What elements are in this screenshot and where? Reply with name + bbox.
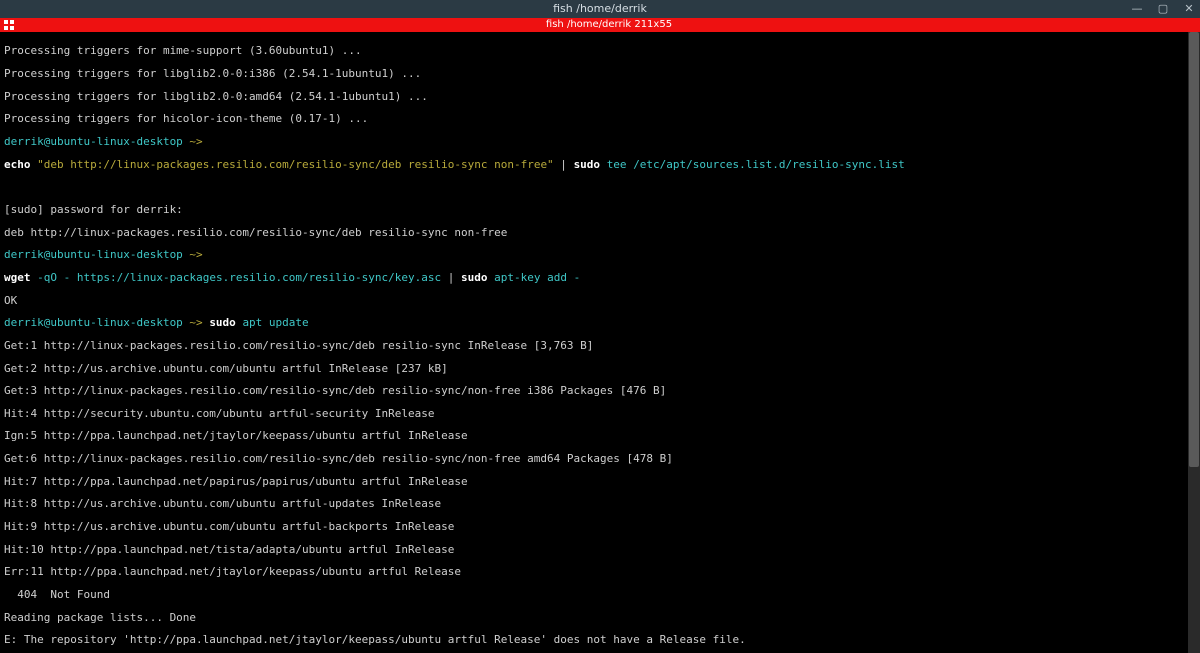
maximize-button[interactable]: ▢ xyxy=(1156,3,1170,14)
cmd-wget-url: https://linux-packages.resilio.com/resil… xyxy=(77,271,441,284)
cmd-echo-arg: "deb http://linux-packages.resilio.com/r… xyxy=(37,158,554,171)
cmd-echo: echo xyxy=(4,158,31,171)
cmd-sudo: sudo xyxy=(574,158,601,171)
cmd-sudo: sudo xyxy=(209,316,236,329)
output-line: Get:1 http://linux-packages.resilio.com/… xyxy=(4,340,1184,351)
window-buttons: — ▢ ✕ xyxy=(1130,0,1196,18)
prompt-line: derrik@ubuntu-linux-desktop ~> xyxy=(4,249,1184,260)
output-line: OK xyxy=(4,295,1184,306)
output-line: Ign:5 http://ppa.launchpad.net/jtaylor/k… xyxy=(4,430,1184,441)
output-line: Hit:7 http://ppa.launchpad.net/papirus/p… xyxy=(4,476,1184,487)
output-line: Get:6 http://linux-packages.resilio.com/… xyxy=(4,453,1184,464)
prompt-sep: ~> xyxy=(183,316,210,329)
output-line: Hit:9 http://us.archive.ubuntu.com/ubunt… xyxy=(4,521,1184,532)
cmd-pipe: | xyxy=(441,271,461,284)
cmd-tee: tee xyxy=(607,158,627,171)
terminal-output: Processing triggers for mime-support (3.… xyxy=(0,32,1188,653)
output-line: Hit:8 http://us.archive.ubuntu.com/ubunt… xyxy=(4,498,1184,509)
prompt-userhost: derrik@ubuntu-linux-desktop xyxy=(4,316,183,329)
output-line: Reading package lists... Done xyxy=(4,612,1184,623)
cmd-aptupdate: apt update xyxy=(242,316,308,329)
output-line: 404 Not Found xyxy=(4,589,1184,600)
panes-grid-icon[interactable] xyxy=(2,18,16,32)
command-line: wget -qO - https://linux-packages.resili… xyxy=(4,272,1184,283)
output-line: Get:3 http://linux-packages.resilio.com/… xyxy=(4,385,1184,396)
cmd-pipe: | xyxy=(554,158,574,171)
terminal[interactable]: Processing triggers for mime-support (3.… xyxy=(0,32,1200,653)
cmd-wget: wget xyxy=(4,271,31,284)
output-line: Get:2 http://us.archive.ubuntu.com/ubunt… xyxy=(4,363,1184,374)
scrollbar-thumb[interactable] xyxy=(1189,32,1199,467)
cmd-wget-flags: -qO - xyxy=(37,271,70,284)
output-line: Processing triggers for libglib2.0-0:i38… xyxy=(4,68,1184,79)
prompt-userhost: derrik@ubuntu-linux-desktop xyxy=(4,135,183,148)
output-line: Processing triggers for hicolor-icon-the… xyxy=(4,113,1184,124)
output-line: Processing triggers for mime-support (3.… xyxy=(4,45,1184,56)
prompt-userhost: derrik@ubuntu-linux-desktop xyxy=(4,248,183,261)
tab-bar: fish /home/derrik 211x55 xyxy=(0,18,1200,32)
close-button[interactable]: ✕ xyxy=(1182,3,1196,14)
prompt-sep: ~> xyxy=(183,135,210,148)
output-line: Hit:10 http://ppa.launchpad.net/tista/ad… xyxy=(4,544,1184,555)
window-titlebar: fish /home/derrik — ▢ ✕ xyxy=(0,0,1200,18)
cmd-aptkey: apt-key add - xyxy=(494,271,580,284)
tab-label[interactable]: fish /home/derrik 211x55 xyxy=(18,20,1200,30)
output-line: Err:11 http://ppa.launchpad.net/jtaylor/… xyxy=(4,566,1184,577)
output-line: E: The repository 'http://ppa.launchpad.… xyxy=(4,634,1184,645)
output-line: deb http://linux-packages.resilio.com/re… xyxy=(4,227,1184,238)
output-line: Hit:4 http://security.ubuntu.com/ubuntu … xyxy=(4,408,1184,419)
output-line: Processing triggers for libglib2.0-0:amd… xyxy=(4,91,1184,102)
command-line: echo "deb http://linux-packages.resilio.… xyxy=(4,159,1184,170)
cmd-sudo: sudo xyxy=(461,271,488,284)
output-line: [sudo] password for derrik: xyxy=(4,204,1184,215)
window-title: fish /home/derrik xyxy=(0,3,1200,14)
prompt-sep: ~> xyxy=(183,248,210,261)
output-line xyxy=(4,181,1184,192)
prompt-line: derrik@ubuntu-linux-desktop ~> xyxy=(4,136,1184,147)
prompt-line: derrik@ubuntu-linux-desktop ~> sudo apt … xyxy=(4,317,1184,328)
scrollbar[interactable] xyxy=(1188,32,1200,653)
cmd-tee-arg: /etc/apt/sources.list.d/resilio-sync.lis… xyxy=(633,158,905,171)
minimize-button[interactable]: — xyxy=(1130,3,1144,14)
